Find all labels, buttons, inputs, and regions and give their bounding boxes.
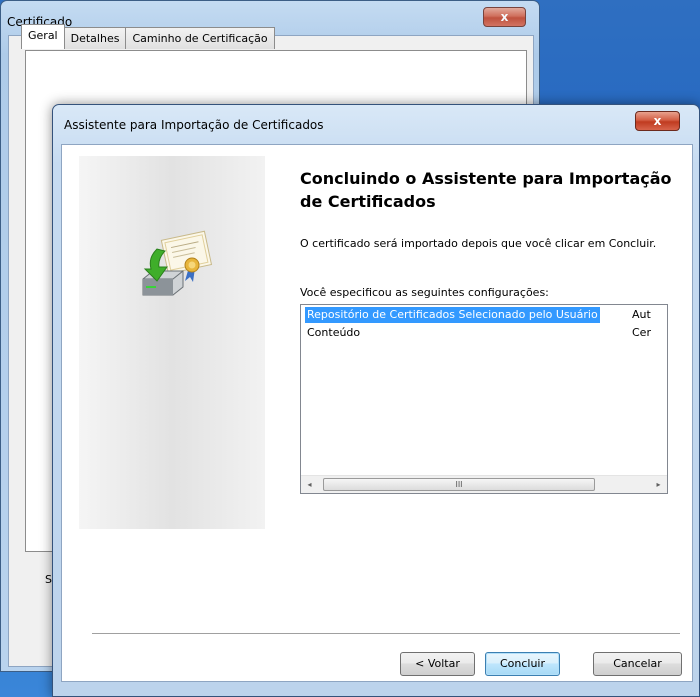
wizard-close-button[interactable]: x: [635, 111, 680, 131]
scroll-left-icon[interactable]: ◂: [301, 476, 318, 493]
list-item-value: Aut: [632, 308, 651, 321]
close-icon: x: [500, 10, 509, 24]
finish-button[interactable]: Concluir: [485, 652, 560, 676]
settings-label: Você especificou as seguintes configuraç…: [300, 286, 549, 299]
list-item-name: Repositório de Certificados Selecionado …: [305, 307, 600, 323]
tab-caminho-certificacao[interactable]: Caminho de Certificação: [125, 27, 275, 49]
import-wizard-window: Assistente para Importação de Certificad…: [52, 104, 700, 697]
partial-label: S: [45, 573, 52, 586]
list-item-name: Conteúdo: [307, 326, 361, 339]
back-button[interactable]: < Voltar: [400, 652, 475, 676]
certificate-tabs: Geral Detalhes Caminho de Certificação: [21, 24, 275, 49]
list-item-value: Cer: [632, 326, 651, 339]
certificate-import-icon: [142, 230, 213, 296]
certificate-window-close-button[interactable]: x: [483, 7, 526, 27]
wizard-side-panel: [79, 156, 265, 529]
wizard-body: Concluindo o Assistente para Importação …: [61, 144, 693, 682]
cancel-button[interactable]: Cancelar: [593, 652, 682, 676]
scroll-right-icon[interactable]: ▸: [650, 476, 667, 493]
tab-detalhes[interactable]: Detalhes: [63, 27, 127, 49]
wizard-title: Assistente para Importação de Certificad…: [64, 118, 324, 132]
wizard-description: O certificado será importado depois que …: [300, 237, 657, 250]
close-icon: x: [653, 114, 662, 128]
horizontal-scrollbar[interactable]: ◂ III ▸: [301, 475, 667, 493]
scroll-thumb[interactable]: III: [323, 478, 595, 491]
settings-list[interactable]: Repositório de Certificados Selecionado …: [300, 304, 668, 494]
wizard-heading: Concluindo o Assistente para Importação …: [300, 169, 672, 211]
tab-geral[interactable]: Geral: [21, 24, 65, 49]
button-divider: [92, 633, 680, 635]
